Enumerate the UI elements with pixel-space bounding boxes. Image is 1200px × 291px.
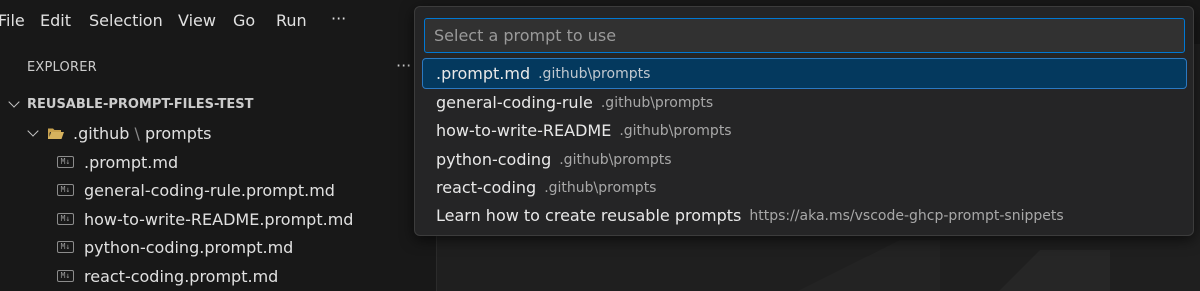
quick-pick-item[interactable]: .prompt.md .github\prompts bbox=[422, 58, 1187, 89]
file-label: react-coding.prompt.md bbox=[84, 266, 279, 286]
markdown-file-icon: M↓ bbox=[57, 156, 74, 168]
menu-more-icon[interactable]: ··· bbox=[331, 9, 346, 28]
tree-root[interactable]: REUSABLE-PROMPT-FILES-TEST bbox=[0, 90, 437, 118]
tree-file[interactable]: M↓ python-coding.prompt.md bbox=[0, 233, 437, 261]
item-label: general-coding-rule bbox=[436, 93, 593, 112]
chevron-down-icon bbox=[27, 125, 39, 137]
item-label: how-to-write-README bbox=[436, 121, 612, 140]
item-label: Learn how to create reusable prompts bbox=[436, 206, 742, 225]
menu-selection[interactable]: Selection bbox=[89, 11, 163, 30]
explorer-sidebar: EXPLORER ··· REUSABLE-PROMPT-FILES-TEST … bbox=[0, 44, 437, 291]
quick-pick-item-learn[interactable]: Learn how to create reusable prompts htt… bbox=[423, 201, 1186, 230]
folder-open-icon bbox=[48, 128, 64, 139]
chevron-down-icon bbox=[8, 96, 20, 108]
item-description: .github\prompts bbox=[619, 122, 732, 139]
markdown-file-icon: M↓ bbox=[57, 213, 74, 225]
tree-file[interactable]: M↓ .prompt.md bbox=[0, 148, 437, 176]
root-folder-label: REUSABLE-PROMPT-FILES-TEST bbox=[27, 96, 254, 112]
quick-pick-item[interactable]: general-coding-rule .github\prompts bbox=[423, 88, 1186, 117]
folder-label: .github \ prompts bbox=[73, 123, 212, 143]
item-description: .github\prompts bbox=[544, 179, 657, 196]
quick-pick-item[interactable]: react-coding .github\prompts bbox=[423, 173, 1186, 202]
menu-view[interactable]: View bbox=[178, 11, 216, 30]
menu-file[interactable]: File bbox=[0, 11, 25, 30]
vscode-watermark-icon bbox=[798, 240, 1110, 291]
tree-file[interactable]: M↓ general-coding-rule.prompt.md bbox=[0, 176, 437, 204]
item-description: .github\prompts bbox=[600, 94, 714, 111]
item-description: .github\prompts bbox=[538, 65, 651, 82]
path-separator: \ bbox=[134, 123, 140, 143]
tree-folder-prompts[interactable]: .github \ prompts bbox=[0, 119, 437, 147]
file-label: python-coding.prompt.md bbox=[84, 237, 294, 257]
quick-pick-item[interactable]: python-coding .github\prompts bbox=[423, 145, 1186, 174]
item-label: python-coding bbox=[436, 150, 552, 169]
tree-file[interactable]: M↓ how-to-write-README.prompt.md bbox=[0, 205, 437, 233]
quick-pick-item[interactable]: how-to-write-README .github\prompts bbox=[423, 116, 1186, 145]
markdown-file-icon: M↓ bbox=[57, 270, 74, 282]
menu-go[interactable]: Go bbox=[233, 11, 255, 30]
item-label: .prompt.md bbox=[436, 64, 531, 83]
file-label: .prompt.md bbox=[84, 152, 179, 172]
markdown-file-icon: M↓ bbox=[57, 241, 74, 253]
file-label: how-to-write-README.prompt.md bbox=[84, 209, 354, 229]
prompt-search-input[interactable] bbox=[424, 18, 1185, 53]
file-label: general-coding-rule.prompt.md bbox=[84, 180, 335, 200]
prompt-quick-pick: .prompt.md .github\prompts general-codin… bbox=[414, 6, 1194, 236]
menu-run[interactable]: Run bbox=[276, 11, 307, 30]
item-label: react-coding bbox=[436, 178, 537, 197]
item-description: .github\prompts bbox=[559, 151, 672, 168]
menu-edit[interactable]: Edit bbox=[40, 11, 71, 30]
explorer-more-icon[interactable]: ··· bbox=[396, 56, 411, 75]
item-link: https://aka.ms/vscode-ghcp-prompt-snippe… bbox=[749, 207, 1064, 224]
tree-file[interactable]: M↓ react-coding.prompt.md bbox=[0, 262, 437, 290]
markdown-file-icon: M↓ bbox=[57, 184, 74, 196]
explorer-title: EXPLORER bbox=[27, 60, 97, 75]
